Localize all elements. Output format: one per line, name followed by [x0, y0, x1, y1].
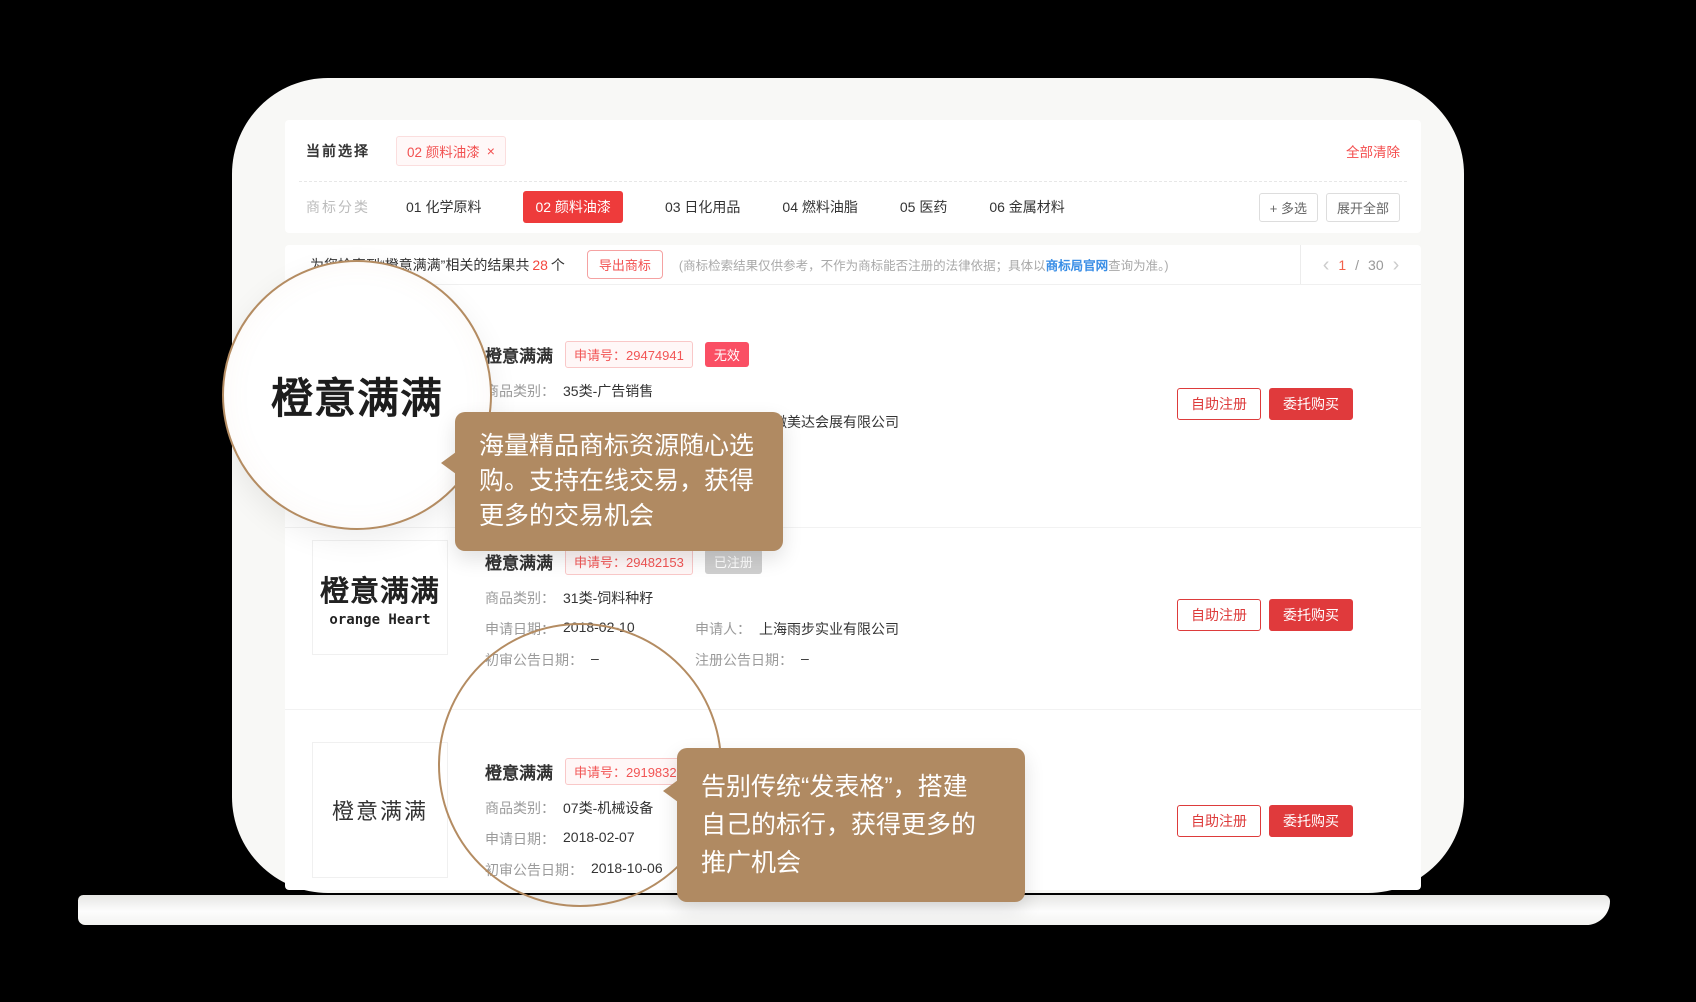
self-register-button[interactable]: 自助注册: [1177, 388, 1261, 420]
selected-filter-tag[interactable]: 02 颜料油漆 ×: [396, 136, 506, 166]
category-row: 商标分类 01 化学原料 02 颜料油漆 03 日化用品 04 燃料油脂 05 …: [285, 182, 1421, 232]
application-number-value: 29474941: [626, 348, 684, 363]
filter-panel: 当前选择 02 颜料油漆 × 全部清除 商标分类 01 化学原料 02 颜料油漆…: [285, 120, 1421, 233]
entrust-purchase-button[interactable]: 委托购买: [1269, 599, 1353, 631]
results-unit: 个: [551, 257, 565, 273]
disclaimer-post: 查询为准。): [1108, 259, 1168, 273]
category-row-label: 商标分类: [306, 197, 370, 217]
category-field-value: 35类-广告销售: [563, 381, 653, 401]
results-header: 为您检索到“橙意满满”相关的结果共28个 导出商标 (商标检索结果仅供参考，不作…: [285, 245, 1421, 285]
tooltip-arrow-icon: [663, 780, 678, 802]
application-number-value: 29482153: [626, 555, 684, 570]
magnified-trademark-text: 橙意满满: [271, 365, 443, 426]
tooltip-line: 海量精品商标资源随心选: [479, 429, 759, 464]
tooltip-arrow-icon: [441, 452, 456, 474]
status-badge: 无效: [705, 342, 749, 367]
multi-select-button[interactable]: + 多选: [1259, 193, 1318, 222]
trademark-thumbnail[interactable]: 橙意满满 orange Heart: [312, 540, 448, 655]
prev-page-icon[interactable]: ‹: [1323, 255, 1330, 275]
status-badge: 已注册: [705, 549, 762, 574]
category-tab-02-active[interactable]: 02 颜料油漆: [523, 191, 622, 223]
tooltip-line: 自己的标行，获得更多的: [701, 806, 1001, 844]
row-actions: 自助注册 委托购买: [1177, 599, 1353, 631]
tooltip-line: 购。支持在线交易，获得: [479, 464, 759, 499]
application-number-label: 申请号：: [574, 348, 626, 363]
category-tab-05[interactable]: 05 医药: [900, 197, 947, 217]
trademark-thumbnail[interactable]: 橙意满满: [312, 742, 448, 878]
export-trademarks-button[interactable]: 导出商标: [587, 250, 663, 279]
current-page: 1: [1338, 257, 1346, 273]
marketing-tooltip-promo: 告别传统“发表格”，搭建 自己的标行，获得更多的 推广机会: [677, 748, 1025, 902]
entrust-purchase-button[interactable]: 委托购买: [1269, 388, 1353, 420]
applicant-label: 申请人：: [695, 619, 751, 639]
tooltip-line: 告别传统“发表格”，搭建: [701, 768, 1001, 806]
application-number-badge: 申请号：29474941: [565, 341, 693, 368]
self-register-button[interactable]: 自助注册: [1177, 599, 1261, 631]
current-selection-label: 当前选择: [306, 141, 370, 161]
applicant-value: 上海雨步实业有限公司: [759, 619, 899, 639]
trademark-name[interactable]: 橙意满满: [485, 342, 553, 367]
thumbnail-mark-text: 橙意满满: [332, 794, 428, 826]
trademark-name[interactable]: 橙意满满: [485, 549, 553, 574]
row-actions: 自助注册 委托购买: [1177, 388, 1353, 420]
thumbnail-mark-text: 橙意满满: [320, 568, 440, 610]
clear-all-link[interactable]: 全部清除: [1346, 141, 1400, 161]
self-register-button[interactable]: 自助注册: [1177, 805, 1261, 837]
page-separator: /: [1355, 257, 1359, 273]
marketing-tooltip-trade: 海量精品商标资源随心选 购。支持在线交易，获得 更多的交易机会: [455, 412, 783, 551]
application-number-label: 申请号：: [574, 555, 626, 570]
trademark-office-link[interactable]: 商标局官网: [1046, 259, 1109, 273]
category-field-value: 31类-饲料种籽: [563, 588, 653, 608]
magnifier-circle: 橙意满满: [222, 260, 492, 530]
category-field-label: 商品类别：: [485, 381, 555, 401]
results-disclaimer: (商标检索结果仅供参考，不作为商标能否注册的法律依据；具体以商标局官网查询为准。…: [679, 255, 1300, 274]
reg-publication-label: 注册公告日期：: [695, 650, 793, 670]
page-background: { "colors": { "accent_red": "#ee3b3b", "…: [0, 0, 1696, 1002]
total-pages: 30: [1368, 257, 1384, 273]
reg-publication-value: –: [801, 650, 809, 670]
category-tab-01[interactable]: 01 化学原料: [406, 197, 481, 217]
pagination: ‹ 1 / 30 ›: [1300, 245, 1421, 284]
selected-filter-tag-text: 02 颜料油漆: [407, 141, 480, 161]
table-row: 橙意满满 orange Heart 橙意满满 申请号：29482153 已注册 …: [285, 528, 1421, 710]
results-count: 28: [532, 257, 548, 273]
thumbnail-mark-subtext: orange Heart: [329, 612, 430, 628]
current-selection-row: 当前选择 02 颜料油漆 × 全部清除: [285, 120, 1421, 181]
row-actions: 自助注册 委托购买: [1177, 805, 1353, 837]
entrust-purchase-button[interactable]: 委托购买: [1269, 805, 1353, 837]
application-number-badge: 申请号：29482153: [565, 548, 693, 575]
remove-tag-icon[interactable]: ×: [487, 144, 495, 158]
expand-all-button[interactable]: 展开全部: [1326, 193, 1400, 222]
category-tab-04[interactable]: 04 燃料油脂: [782, 197, 857, 217]
disclaimer-pre: (商标检索结果仅供参考，不作为商标能否注册的法律依据；具体以: [679, 259, 1046, 273]
tooltip-line: 推广机会: [701, 844, 1001, 882]
next-page-icon[interactable]: ›: [1393, 255, 1400, 275]
category-tab-03[interactable]: 03 日化用品: [665, 197, 740, 217]
tooltip-line: 更多的交易机会: [479, 499, 759, 534]
category-tab-06[interactable]: 06 金属材料: [989, 197, 1064, 217]
category-field-label: 商品类别：: [485, 588, 555, 608]
